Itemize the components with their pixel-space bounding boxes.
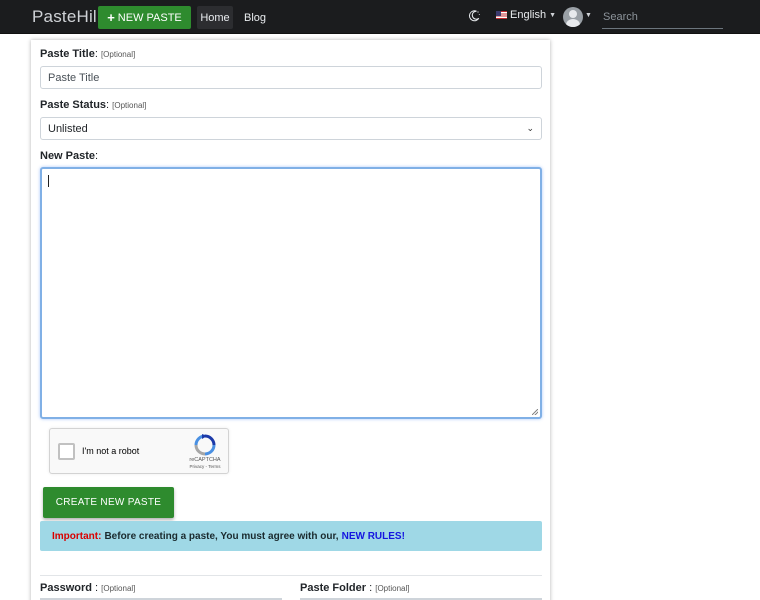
alert-text: Before creating a paste, You must agree … — [104, 530, 339, 542]
top-navbar: PasteHill + NEW PASTE Home Blog English … — [0, 0, 760, 34]
paste-status-label-text: Paste Status — [40, 99, 107, 111]
new-paste-label: New Paste: — [40, 150, 98, 162]
paste-folder-label: Paste Folder : [Optional] — [300, 582, 409, 594]
recaptcha-widget: I'm not a robot reCAPTCHA Privacy - Term… — [49, 428, 229, 474]
colon: : — [94, 48, 98, 60]
alert-important: Important: — [52, 530, 102, 542]
chevron-down-icon[interactable]: ▼ — [585, 12, 592, 19]
paste-title-input[interactable] — [40, 66, 542, 89]
chevron-down-icon: ▼ — [549, 11, 557, 19]
optional-tag: [Optional] — [101, 584, 136, 593]
paste-title-label: Paste Title: [Optional] — [40, 48, 135, 60]
rules-alert: Important: Before creating a paste, You … — [40, 521, 542, 551]
paste-content-textarea[interactable] — [40, 167, 542, 419]
language-dropdown[interactable]: English ▼ — [496, 9, 556, 21]
colon: : — [95, 150, 99, 162]
new-paste-button[interactable]: + NEW PASTE — [98, 6, 191, 29]
chevron-down-icon: ⌄ — [526, 123, 534, 133]
paste-status-label: Paste Status: [Optional] — [40, 99, 146, 111]
optional-tag: [Optional] — [100, 50, 136, 59]
paste-title-label-text: Paste Title — [40, 48, 95, 60]
recaptcha-checkbox[interactable] — [58, 443, 75, 460]
language-label: English — [510, 9, 547, 21]
colon: : — [95, 582, 99, 594]
brand-logo[interactable]: PasteHill — [32, 7, 101, 27]
recaptcha-brand: reCAPTCHA — [189, 457, 221, 463]
plus-icon: + — [107, 10, 115, 25]
nav-link-home[interactable]: Home — [197, 6, 233, 29]
search-input[interactable] — [602, 6, 723, 29]
recaptcha-label: I'm not a robot — [82, 446, 140, 456]
password-label-text: Password — [40, 582, 92, 594]
paste-status-value: Unlisted — [48, 122, 88, 135]
nav-link-blog[interactable]: Blog — [240, 6, 270, 29]
colon: : — [369, 582, 373, 594]
optional-tag: [Optional] — [375, 584, 410, 593]
create-new-paste-button[interactable]: CREATE NEW PASTE — [43, 487, 174, 518]
colon: : — [106, 99, 110, 111]
optional-tag: [Optional] — [112, 101, 147, 110]
section-divider — [40, 575, 542, 576]
resize-handle-icon[interactable] — [532, 409, 538, 415]
password-label: Password : [Optional] — [40, 582, 135, 594]
moon-icon[interactable] — [467, 9, 481, 23]
paste-status-select[interactable]: Unlisted ⌄ — [40, 117, 542, 140]
user-avatar-icon[interactable] — [563, 7, 583, 27]
recaptcha-logo-icon — [194, 434, 216, 456]
new-rules-link[interactable]: NEW RULES! — [342, 531, 405, 542]
text-cursor — [48, 175, 49, 187]
paste-folder-label-text: Paste Folder — [300, 582, 367, 594]
us-flag-icon — [496, 11, 507, 19]
new-paste-label-text: New Paste — [40, 150, 96, 162]
new-paste-label: NEW PASTE — [117, 11, 182, 24]
recaptcha-terms-link[interactable]: Privacy - Terms — [187, 464, 223, 469]
